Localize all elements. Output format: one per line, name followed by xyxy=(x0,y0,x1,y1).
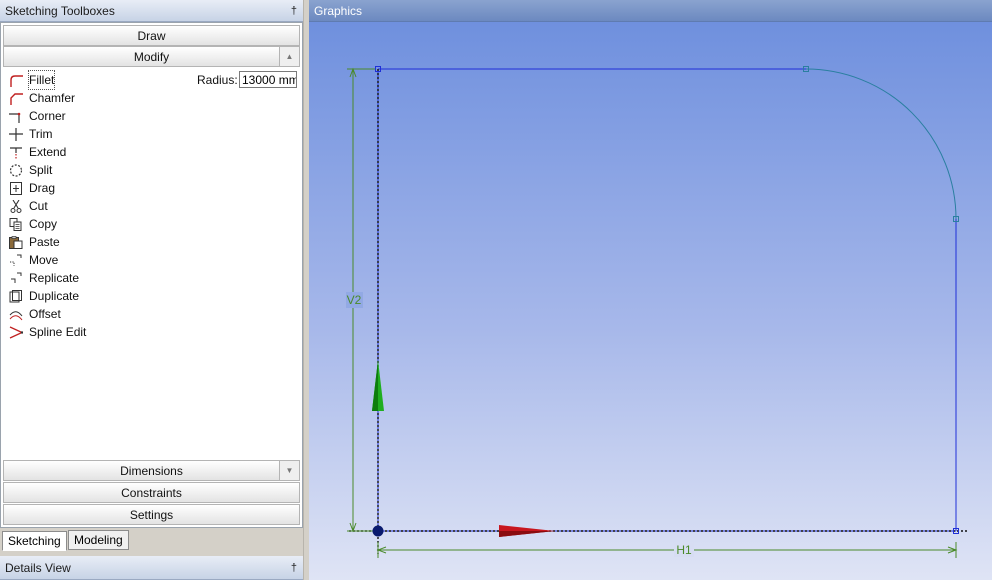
modify-tools-list: Fillet Radius: Chamfer Corner Trim xyxy=(3,69,300,459)
tool-paste[interactable]: Paste xyxy=(7,233,296,251)
tool-spline-edit[interactable]: Spline Edit xyxy=(7,323,296,341)
pin-icon[interactable]: † xyxy=(291,556,297,580)
tab-modeling-label: Modeling xyxy=(74,533,123,547)
replicate-icon xyxy=(9,272,23,285)
tool-label: Replicate xyxy=(29,271,80,285)
radius-label: Radius: xyxy=(197,73,238,87)
tool-extend[interactable]: Extend xyxy=(7,143,296,161)
extend-icon xyxy=(9,146,23,159)
radius-input[interactable] xyxy=(239,71,297,88)
tab-sketching[interactable]: Sketching xyxy=(2,531,67,551)
tool-offset[interactable]: Offset xyxy=(7,305,296,323)
tool-split[interactable]: Split xyxy=(7,161,296,179)
graphics-title: Graphics xyxy=(309,0,992,22)
section-draw[interactable]: Draw xyxy=(3,25,300,46)
tool-label: Corner xyxy=(29,109,66,123)
x-axis-triad-icon xyxy=(499,525,555,537)
fillet-icon xyxy=(9,74,23,87)
tool-fillet[interactable]: Fillet Radius: xyxy=(7,70,297,90)
chamfer-icon xyxy=(9,92,23,105)
tool-label: Drag xyxy=(29,181,56,195)
tool-label: Trim xyxy=(29,127,53,141)
details-title-text: Details View xyxy=(5,561,71,575)
dimension-h1[interactable]: H1 xyxy=(376,542,958,558)
tool-label: Cut xyxy=(29,199,48,213)
scissors-icon xyxy=(9,199,23,213)
section-modify-label: Modify xyxy=(133,50,170,64)
tool-label: Copy xyxy=(29,217,58,231)
section-settings-label: Settings xyxy=(129,508,174,522)
section-modify[interactable]: Modify ▲ xyxy=(3,46,300,67)
tool-label: Chamfer xyxy=(29,91,76,105)
dimension-h1-label: H1 xyxy=(676,543,692,557)
split-icon xyxy=(9,164,23,177)
dimension-v2-label: V2 xyxy=(347,293,362,307)
sketching-toolboxes-title: Sketching Toolboxes † xyxy=(0,0,303,22)
tool-copy[interactable]: Copy xyxy=(7,215,296,233)
section-settings[interactable]: Settings xyxy=(3,504,300,525)
move-icon xyxy=(9,254,23,267)
tool-chamfer[interactable]: Chamfer xyxy=(7,89,296,107)
tool-label: Split xyxy=(29,163,53,177)
tool-cut[interactable]: Cut xyxy=(7,197,296,215)
tool-drag[interactable]: Drag xyxy=(7,179,296,197)
mode-tabs: Sketching Modeling xyxy=(0,528,303,551)
details-view-title: Details View † xyxy=(0,556,303,580)
paste-icon xyxy=(9,236,23,249)
graphics-title-text: Graphics xyxy=(314,4,363,18)
tool-label: Paste xyxy=(29,235,60,249)
copy-icon xyxy=(9,218,23,231)
spline-edit-icon xyxy=(9,326,24,339)
origin-point[interactable] xyxy=(372,525,384,537)
drag-icon xyxy=(9,182,23,195)
trim-icon xyxy=(9,128,23,141)
section-constraints-label: Constraints xyxy=(121,486,182,500)
pin-icon[interactable]: † xyxy=(291,0,297,22)
tool-label: Spline Edit xyxy=(29,325,87,339)
sketch-canvas[interactable]: V2 H1 xyxy=(309,22,992,580)
tool-trim[interactable]: Trim xyxy=(7,125,296,143)
tool-label: Extend xyxy=(29,145,67,159)
tool-move[interactable]: Move xyxy=(7,251,296,269)
tab-modeling[interactable]: Modeling xyxy=(68,530,129,550)
panel-title-text: Sketching Toolboxes xyxy=(5,4,115,18)
tool-corner[interactable]: Corner xyxy=(7,107,296,125)
section-dimensions-label: Dimensions xyxy=(120,464,183,478)
scroll-up-button[interactable]: ▲ xyxy=(279,47,299,66)
tab-sketching-label: Sketching xyxy=(8,534,61,548)
graphics-viewport[interactable]: V2 H1 xyxy=(309,22,992,580)
scroll-down-button[interactable]: ▼ xyxy=(279,461,299,480)
duplicate-icon xyxy=(9,290,23,303)
corner-icon xyxy=(9,110,23,123)
tool-duplicate[interactable]: Duplicate xyxy=(7,287,296,305)
y-axis-triad-icon xyxy=(372,360,384,411)
section-draw-label: Draw xyxy=(137,29,166,43)
dimension-v2[interactable]: V2 xyxy=(346,67,375,533)
sketching-toolbox: Draw Modify ▲ Fillet Radius: Chamfer Co xyxy=(0,22,303,528)
tool-label: Offset xyxy=(29,307,61,321)
tool-label: Fillet xyxy=(27,70,56,90)
offset-icon xyxy=(9,308,23,321)
tool-label: Move xyxy=(29,253,59,267)
tool-label: Duplicate xyxy=(29,289,80,303)
section-dimensions[interactable]: Dimensions ▼ xyxy=(3,460,300,481)
tool-replicate[interactable]: Replicate xyxy=(7,269,296,287)
sketch-fillet-arc[interactable] xyxy=(805,68,957,220)
section-constraints[interactable]: Constraints xyxy=(3,482,300,503)
